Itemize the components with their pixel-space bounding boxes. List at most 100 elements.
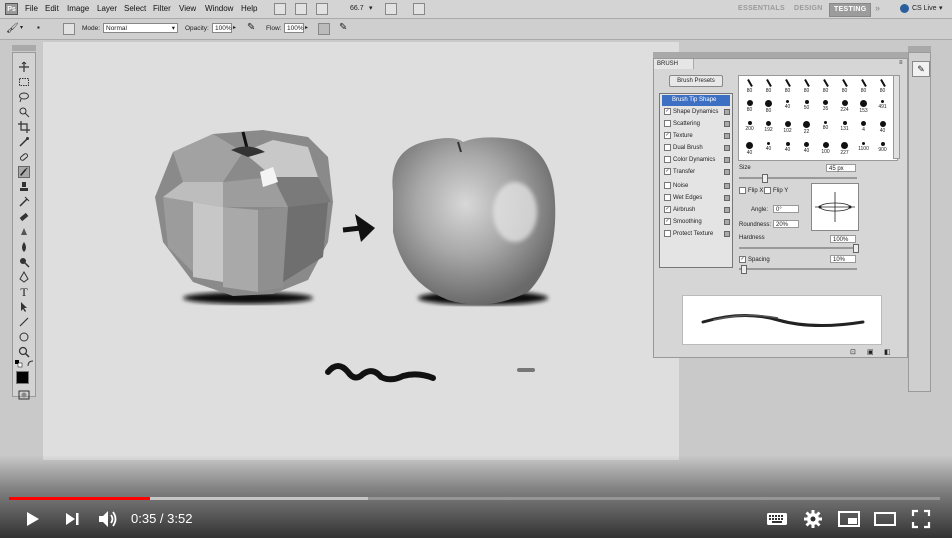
brush-preset-cell[interactable]: 1100 xyxy=(854,140,873,160)
brush-presets-button[interactable]: Brush Presets xyxy=(669,75,723,87)
brush-preset-cell[interactable]: 40 xyxy=(778,140,797,160)
move-tool-icon[interactable] xyxy=(18,61,30,73)
new-preset-icon[interactable]: ◧ xyxy=(884,348,891,356)
brush-preset-cell[interactable]: 131 xyxy=(835,119,854,139)
lock-icon[interactable] xyxy=(724,157,730,163)
toggle-brush-panel-icon[interactable] xyxy=(63,23,75,35)
lock-icon[interactable] xyxy=(724,133,730,139)
brush-tool-preset-icon[interactable]: 🖌 xyxy=(6,23,20,34)
menu-view[interactable]: View xyxy=(179,4,196,13)
spacing-field[interactable]: 10% xyxy=(830,255,856,263)
size-field[interactable]: 45 px xyxy=(826,164,856,172)
checkbox[interactable] xyxy=(664,155,671,163)
lock-icon[interactable] xyxy=(724,169,730,175)
brush-preset-cell[interactable]: 80 xyxy=(854,77,873,97)
brush-preset-cell[interactable]: 50 xyxy=(797,98,816,118)
menu-help[interactable]: Help xyxy=(241,4,257,13)
subtitles-button[interactable] xyxy=(765,507,789,531)
airbrush-icon[interactable] xyxy=(318,23,330,35)
option-wet-edges[interactable]: Wet Edges xyxy=(664,193,732,204)
brush-preset-cell[interactable]: 192 xyxy=(759,119,778,139)
lock-icon[interactable] xyxy=(724,109,730,115)
brush-preset-cell[interactable]: 80 xyxy=(873,77,892,97)
hardness-slider-thumb[interactable] xyxy=(853,244,859,253)
dodge-tool-icon[interactable] xyxy=(18,256,30,268)
crop-tool-icon[interactable] xyxy=(18,121,30,133)
brush-preset-cell[interactable]: 40 xyxy=(778,98,797,118)
size-slider[interactable] xyxy=(739,177,857,179)
flip-y-checkbox[interactable]: Flip Y xyxy=(764,187,788,194)
quick-mask-icon[interactable] xyxy=(18,390,30,400)
marquee-tool-icon[interactable] xyxy=(18,76,30,88)
blur-tool-icon[interactable] xyxy=(18,241,30,253)
healing-brush-tool-icon[interactable] xyxy=(18,151,30,163)
option-scattering[interactable]: Scattering xyxy=(664,119,732,130)
size-slider-thumb[interactable] xyxy=(762,174,768,183)
cs-live-button[interactable]: CS Live xyxy=(912,5,937,12)
brush-preset-cell[interactable]: 22 xyxy=(797,119,816,139)
brush-preset-cell[interactable]: 224 xyxy=(835,98,854,118)
grid-scrollbar[interactable] xyxy=(893,75,900,159)
document-canvas[interactable] xyxy=(43,42,679,460)
default-colors-icon[interactable] xyxy=(15,360,23,368)
toggle-live-preview-icon[interactable]: ⊡ xyxy=(850,348,856,356)
brush-preset-cell[interactable]: 40 xyxy=(759,140,778,160)
panel-menu-icon[interactable]: ≡ xyxy=(899,60,903,66)
checkbox[interactable]: ✓ xyxy=(664,217,671,225)
flip-x-checkbox[interactable]: Flip X xyxy=(739,187,763,194)
arrange-documents-icon[interactable] xyxy=(385,3,397,15)
checkbox[interactable]: ✓ xyxy=(664,167,671,175)
brush-preset-cell[interactable]: 80 xyxy=(778,77,797,97)
volume-button[interactable] xyxy=(96,507,120,531)
settings-button[interactable] xyxy=(801,507,825,531)
checkbox[interactable] xyxy=(664,181,671,189)
option-transfer[interactable]: ✓ Transfer xyxy=(664,167,732,178)
hardness-slider[interactable] xyxy=(739,247,857,249)
angle-field[interactable]: 0° xyxy=(773,205,799,213)
foreground-color-swatch[interactable] xyxy=(16,371,29,384)
menu-window[interactable]: Window xyxy=(205,4,233,13)
eyedropper-tool-icon[interactable] xyxy=(18,136,30,148)
lock-icon[interactable] xyxy=(724,219,730,225)
brush-preset-cell[interactable]: 40 xyxy=(740,140,759,160)
menu-file[interactable]: File xyxy=(25,4,38,13)
brush-preset-cell[interactable]: 80 xyxy=(816,77,835,97)
history-brush-tool-icon[interactable] xyxy=(18,196,30,208)
fullscreen-button[interactable] xyxy=(909,507,933,531)
flow-slider-icon[interactable]: ▸ xyxy=(305,24,308,31)
brush-preset-cell[interactable]: 80 xyxy=(797,77,816,97)
create-new-brush-icon[interactable]: ▣ xyxy=(867,348,874,356)
workspace-essentials[interactable]: ESSENTIALS xyxy=(734,3,789,15)
workspace-design[interactable]: DESIGN xyxy=(790,3,827,15)
brush-preset-cell[interactable]: 35 xyxy=(816,98,835,118)
play-button[interactable] xyxy=(20,507,44,531)
brush-preset-cell[interactable]: 80 xyxy=(835,77,854,97)
path-selection-tool-icon[interactable] xyxy=(18,301,30,313)
menu-layer[interactable]: Layer xyxy=(97,4,117,13)
zoom-tool-icon[interactable] xyxy=(18,346,30,358)
tablet-pressure-opacity-icon[interactable]: ✎ xyxy=(247,22,255,33)
checkbox[interactable]: ✓ xyxy=(664,131,671,139)
option-protect-texture[interactable]: Protect Texture xyxy=(664,229,732,240)
mode-select[interactable]: Normal ▾ xyxy=(103,23,178,33)
option-dual-brush[interactable]: Dual Brush xyxy=(664,143,732,154)
lock-icon[interactable] xyxy=(724,207,730,213)
brush-preset-cell[interactable]: 80 xyxy=(740,77,759,97)
brush-panel-icon[interactable]: ✎ xyxy=(912,61,930,77)
eraser-tool-icon[interactable] xyxy=(18,211,30,223)
brush-preset-cell[interactable]: 200 xyxy=(740,119,759,139)
option-shape-dynamics[interactable]: ✓ Shape Dynamics xyxy=(664,107,732,118)
brush-preset-cell[interactable]: 4 xyxy=(854,119,873,139)
3d-rotate-tool-icon[interactable] xyxy=(18,331,30,343)
checkbox[interactable] xyxy=(664,229,671,237)
lock-icon[interactable] xyxy=(724,121,730,127)
spacing-slider[interactable] xyxy=(739,268,857,270)
menu-edit[interactable]: Edit xyxy=(45,4,59,13)
swap-colors-icon[interactable] xyxy=(27,360,35,368)
workspace-testing[interactable]: TESTING xyxy=(829,3,872,17)
opacity-field[interactable]: 100% xyxy=(212,23,232,33)
option-noise[interactable]: Noise xyxy=(664,181,732,192)
angle-roundness-widget[interactable] xyxy=(811,183,859,231)
option-color-dynamics[interactable]: Color Dynamics xyxy=(664,155,732,166)
gradient-tool-icon[interactable] xyxy=(18,226,30,238)
